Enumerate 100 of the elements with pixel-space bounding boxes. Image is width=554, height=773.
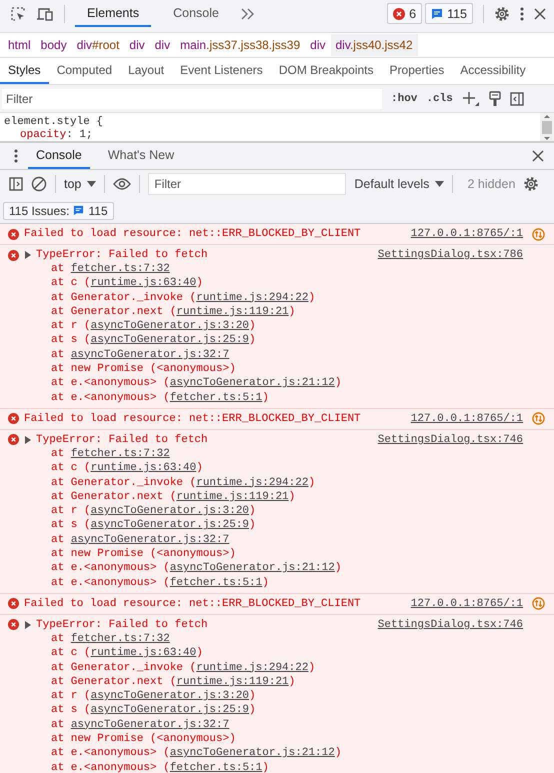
stack-frame-text: at r ( [51, 320, 91, 332]
close-icon[interactable] [532, 150, 544, 162]
stack-link[interactable]: asyncToGenerator.js:32:7 [70, 348, 230, 361]
source-link[interactable]: 127.0.0.1:8765/:1 [410, 228, 523, 240]
source-link[interactable]: 127.0.0.1:8765/:1 [410, 412, 523, 425]
sidebar-toggle-icon[interactable] [510, 92, 524, 106]
sidebar-tab[interactable]: DOM Breakpoints [270, 58, 382, 84]
stack-link[interactable]: fetcher.ts:5:1 [170, 576, 262, 589]
stack-link[interactable]: runtime.js:119:21 [176, 490, 289, 503]
stack-link[interactable]: asyncToGenerator.js:3:20 [90, 690, 250, 702]
stack-link[interactable]: asyncToGenerator.js:21:12 [170, 377, 335, 390]
breadcrumb[interactable]: div [124, 34, 150, 56]
console-filter-field[interactable]: Filter [148, 173, 346, 195]
error-icon [8, 619, 19, 630]
sidebar-tab[interactable]: Properties [382, 58, 452, 84]
stack-frame-text: ) [288, 490, 296, 503]
stack-link[interactable]: asyncToGenerator.js:25:9 [90, 334, 250, 346]
stack-frame-text: at [51, 448, 66, 460]
sidebar-tab[interactable]: Accessibility [452, 58, 534, 84]
sidebar-tab[interactable]: Layout [120, 58, 172, 84]
stack-link[interactable]: runtime.js:294:22 [196, 476, 308, 489]
stack-link[interactable]: runtime.js:63:40 [90, 462, 196, 474]
levels-dropdown[interactable]: Default levels [354, 177, 444, 191]
stack-link[interactable]: asyncToGenerator.js:3:20 [90, 505, 250, 518]
sidebar-toggle-icon[interactable] [9, 177, 23, 191]
stack-link[interactable]: runtime.js:294:22 [196, 292, 308, 304]
stack-link[interactable]: fetcher.ts:5:1 [170, 762, 262, 773]
panel-tab[interactable]: Console [161, 0, 231, 27]
stack-frame-text: at e.<anonymous> ( [51, 377, 170, 390]
stack-link[interactable]: asyncToGenerator.js:21:12 [170, 562, 335, 574]
stack-link[interactable]: fetcher.ts:7:32 [70, 448, 170, 460]
breadcrumb[interactable]: html [3, 34, 36, 56]
message-count-button[interactable]: 115 [425, 3, 473, 24]
sidebar-tab[interactable]: Event Listeners [172, 58, 271, 84]
style-toggle-button[interactable]: :hov [391, 92, 418, 104]
stack-frame-text: at [51, 348, 66, 361]
more-menu-icon[interactable] [520, 6, 524, 20]
stack-frame-text: ) [249, 690, 256, 702]
stack-frame-text: ) [249, 320, 256, 332]
source-link[interactable]: SettingsDialog.tsx:746 [378, 434, 523, 446]
stack-link[interactable]: runtime.js:119:21 [176, 676, 289, 688]
stack-frame-text: ) [196, 647, 203, 660]
add-rule-icon[interactable] [462, 90, 480, 106]
device-icon[interactable] [36, 6, 54, 22]
more-tabs-icon[interactable] [240, 8, 255, 20]
stack-link[interactable]: runtime.js:63:40 [90, 647, 196, 660]
context-dropdown[interactable]: top [64, 177, 96, 191]
stack-frame-text: at e.<anonymous> ( [51, 747, 170, 760]
source-link[interactable]: 127.0.0.1:8765/:1 [410, 598, 523, 610]
scrollbar-drawing[interactable] [540, 113, 554, 141]
stack-link[interactable]: runtime.js:63:40 [90, 277, 196, 290]
stack-link[interactable]: runtime.js:294:22 [196, 662, 308, 674]
network-request-icon[interactable] [532, 412, 545, 426]
stack-link[interactable]: runtime.js:119:21 [176, 306, 289, 318]
stack-link[interactable]: fetcher.ts:7:32 [70, 263, 170, 275]
stack-link[interactable]: fetcher.ts:7:32 [70, 632, 170, 645]
breadcrumb[interactable]: div [150, 34, 176, 56]
breadcrumb[interactable]: div [305, 34, 330, 56]
stack-frame-text: at Generator.next ( [51, 676, 176, 688]
error-message: Failed to load resource: net::ERR_BLOCKED_BY_CLIENT [24, 598, 361, 610]
expand-triangle-icon[interactable] [25, 620, 31, 629]
expand-triangle-icon[interactable] [25, 251, 31, 259]
close-icon[interactable] [534, 8, 546, 20]
network-request-icon[interactable] [532, 228, 545, 240]
breadcrumb[interactable]: div.jss40.jss42 [330, 34, 418, 56]
breadcrumb[interactable]: div#root [72, 34, 124, 56]
styles-filter-field[interactable]: Filter [2, 88, 382, 108]
breadcrumb[interactable]: main.jss37.jss38.jss39 [175, 34, 306, 56]
breadcrumb[interactable]: body [36, 34, 72, 56]
drawer-menu-icon[interactable] [14, 149, 18, 163]
eye-icon[interactable] [113, 178, 132, 190]
settings-icon[interactable] [494, 6, 510, 22]
stack-frame-text: at e.<anonymous> ( [51, 576, 170, 589]
stack-link[interactable]: asyncToGenerator.js:25:9 [90, 704, 250, 716]
stack-link[interactable]: asyncToGenerator.js:3:20 [90, 320, 250, 332]
stack-link[interactable]: asyncToGenerator.js:21:12 [170, 747, 335, 760]
hidden-count: 2 hidden [467, 177, 516, 191]
stack-frame-text: ) [196, 277, 203, 290]
issues-button[interactable]: 115 Issues: 115 [3, 202, 114, 220]
source-link[interactable]: SettingsDialog.tsx:786 [378, 249, 523, 261]
style-toggle-button[interactable]: .cls [426, 92, 453, 104]
stack-link[interactable]: fetcher.ts:5:1 [170, 392, 262, 404]
inspect-icon[interactable] [10, 6, 26, 22]
error-icon [8, 228, 19, 240]
error-message: TypeError: Failed to fetch [36, 249, 208, 261]
stack-link[interactable]: asyncToGenerator.js:32:7 [70, 718, 230, 731]
stack-frame-text: at [51, 534, 66, 546]
drawer-tab[interactable]: What's New [100, 143, 182, 169]
stack-link[interactable]: asyncToGenerator.js:32:7 [70, 534, 230, 546]
source-link[interactable]: SettingsDialog.tsx:746 [378, 618, 523, 631]
network-request-icon[interactable] [532, 597, 545, 610]
expand-triangle-icon[interactable] [25, 436, 31, 444]
sidebar-tab[interactable]: Computed [48, 58, 120, 84]
error-count-button[interactable]: 6 [387, 3, 422, 24]
stack-link[interactable]: asyncToGenerator.js:25:9 [90, 519, 250, 532]
clear-console-icon[interactable] [31, 176, 47, 192]
settings-icon[interactable] [523, 176, 540, 192]
stack-frame-text: ) [288, 306, 296, 318]
paint-brush-icon[interactable] [488, 90, 501, 106]
stack-frame-text: ) [262, 762, 269, 773]
